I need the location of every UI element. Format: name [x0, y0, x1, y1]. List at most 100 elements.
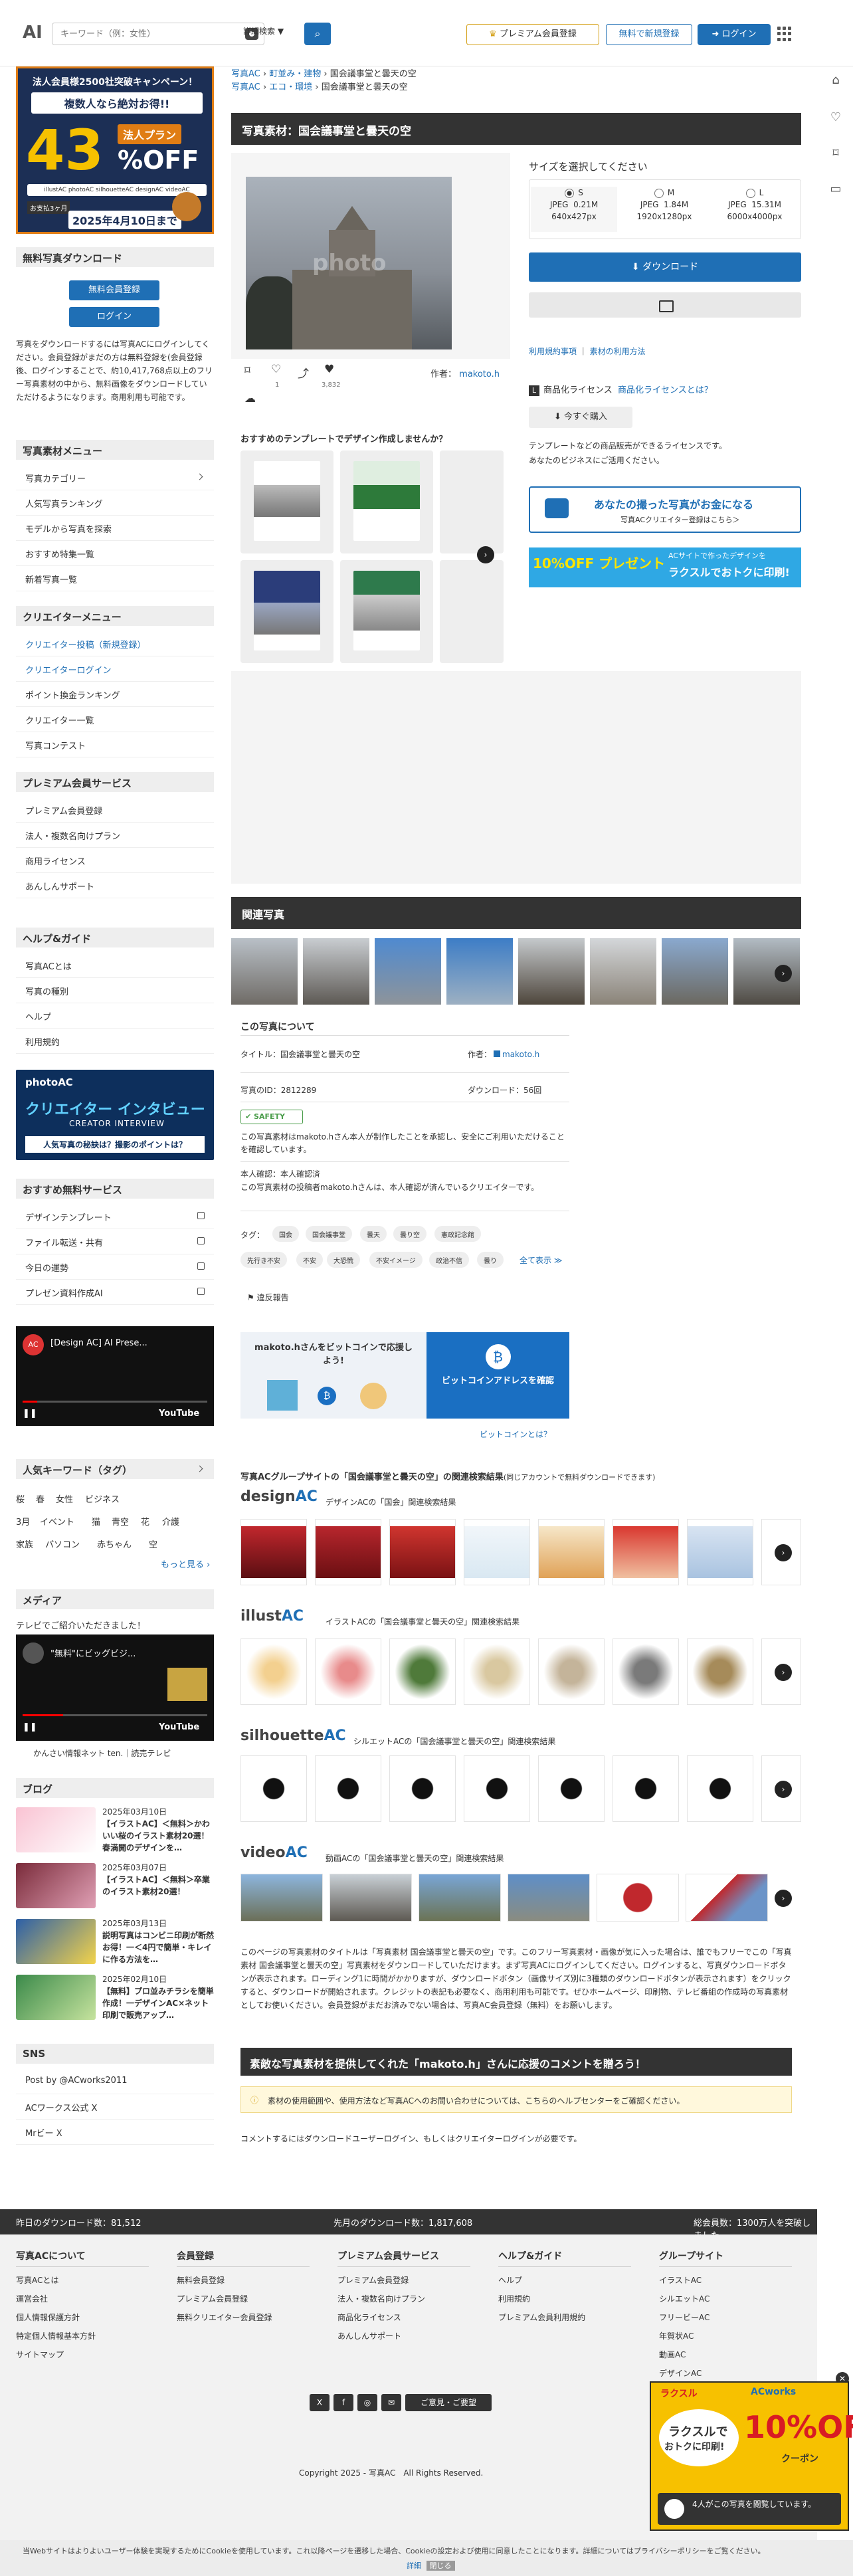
creator-interview-banner[interactable]: photoAC クリエイター インタビュー CREATOR INTERVIEW …	[16, 1070, 214, 1160]
heart-icon[interactable]: ♡	[829, 110, 842, 124]
illust-result[interactable]	[538, 1638, 605, 1705]
tag-pill[interactable]: 曇り空	[393, 1226, 427, 1242]
design-result[interactable]	[464, 1519, 530, 1585]
template-card[interactable]	[440, 560, 504, 663]
apps-grid-icon[interactable]	[777, 27, 792, 41]
footer-link[interactable]: 特定個人情報基本方針	[16, 2330, 96, 2341]
youtube-video-2[interactable]: "無料"にビッグビジ... ❚❚ YouTube	[16, 1635, 214, 1741]
tag-link[interactable]: 春	[36, 1492, 45, 1505]
share-icon[interactable]: ⤴	[298, 364, 309, 381]
related-photo[interactable]	[231, 938, 298, 1005]
related-photo[interactable]	[303, 938, 369, 1005]
instagram-icon[interactable]: ◎	[357, 2394, 377, 2411]
related-photo[interactable]	[518, 938, 585, 1005]
sns-link-x-post[interactable]: Post by @ACworks2011	[16, 2069, 214, 2094]
sidebar-item-design-template[interactable]: デザインテンプレート	[16, 1204, 214, 1229]
sidebar-item-creator-register[interactable]: クリエイター投稿（新規登録）	[16, 631, 214, 656]
favorite-icon[interactable]: ♥	[324, 363, 334, 376]
tag-link[interactable]: 空	[149, 1537, 157, 1550]
sidebar-item-features[interactable]: おすすめ特集一覧	[16, 541, 214, 566]
footer-link[interactable]: 動画AC	[659, 2349, 686, 2360]
x-social-icon[interactable]: X	[310, 2394, 330, 2411]
tag-link[interactable]: 桜	[16, 1492, 25, 1505]
tag-link[interactable]: 猫	[92, 1515, 100, 1528]
template-card[interactable]	[240, 560, 333, 663]
raksul-ac-banner[interactable]: ACサイトで作ったデザインを 10%OFF プレゼント ラクスルでおトクに印刷!	[529, 547, 801, 587]
tag-link[interactable]: 3月	[16, 1515, 30, 1528]
sns-link-x-official[interactable]: ACワークス公式 X	[16, 2094, 214, 2120]
site-logo[interactable]: AI	[23, 23, 43, 43]
size-option-m[interactable]: M JPEG 1.84M 1920x1280px	[621, 187, 708, 223]
sidebar-item-license[interactable]: 商用ライセンス	[16, 848, 214, 873]
blog-item[interactable]: 2025年03月13日 説明写真はコンビニ印刷が断然お得！一＜4円で簡単・キレイ…	[16, 1916, 214, 1969]
sidebar-item-support[interactable]: あんしんサポート	[16, 873, 214, 898]
tag-pill[interactable]: 曇り	[477, 1252, 504, 1268]
campaign-banner[interactable]: 法人会員様2500社突破キャンペーン！ 複数人なら絶対お得!! 43 法人プラン…	[16, 66, 214, 234]
silhouette-result[interactable]	[240, 1755, 307, 1822]
design-ac-logo[interactable]: designAC	[240, 1488, 318, 1505]
tag-pill[interactable]: 不安イメージ	[369, 1252, 423, 1268]
template-card[interactable]	[340, 560, 433, 663]
template-card[interactable]	[240, 450, 333, 553]
sidebar-item-creator-list[interactable]: クリエイター一覧	[16, 707, 214, 732]
sidebar-item-creator-login[interactable]: クリエイターログイン	[16, 656, 214, 682]
footer-link[interactable]: 法人・複数名向けプラン	[337, 2293, 425, 2304]
sidebar-item-point-ranking[interactable]: ポイント換金ランキング	[16, 682, 214, 707]
facebook-icon[interactable]: f	[333, 2394, 353, 2411]
next-arrow-icon[interactable]: ›	[775, 1781, 792, 1798]
main-photo[interactable]: photo	[246, 177, 452, 349]
illust-result[interactable]	[315, 1638, 381, 1705]
buy-now-button[interactable]: ⬇ 今すぐ購入	[529, 407, 632, 428]
tags-heading[interactable]: 人気キーワード（タグ）	[16, 1459, 214, 1479]
related-photo[interactable]	[590, 938, 656, 1005]
blog-item[interactable]: 2025年03月07日 【イラストAC】＜無料＞卒業のイラスト素材20選！	[16, 1860, 214, 1914]
folder-icon[interactable]: ▭	[829, 182, 842, 196]
youtube-logo[interactable]: YouTube	[159, 1409, 199, 1419]
tag-link[interactable]: 家族	[16, 1537, 33, 1550]
author-link[interactable]: makoto.h	[459, 369, 500, 379]
illust-result[interactable]	[389, 1638, 456, 1705]
tag-pill[interactable]: 曇天	[360, 1226, 387, 1242]
silhouette-result[interactable]	[538, 1755, 605, 1822]
video-play-icon[interactable]: ❚❚	[23, 1409, 37, 1419]
footer-link[interactable]: ヘルプ	[498, 2274, 522, 2286]
video-play-icon[interactable]: ❚❚	[23, 1722, 37, 1732]
video-ac-logo[interactable]: videoAC	[240, 1844, 308, 1861]
blog-item[interactable]: 2025年02月10日 【無料】プロ並みチラシを簡単作成！一デザインAC×ネット…	[16, 1972, 214, 2025]
silhouette-result[interactable]	[687, 1755, 753, 1822]
video-result[interactable]	[240, 1874, 323, 1922]
tag-link[interactable]: パソコン	[45, 1537, 80, 1550]
design-result[interactable]	[389, 1519, 456, 1585]
silhouette-result[interactable]	[613, 1755, 679, 1822]
bookmark-icon[interactable]: ⌑	[244, 364, 250, 377]
blog-item[interactable]: 2025年03月10日 【イラストAC】＜無料＞かわいい桜のイラスト素材20選！…	[16, 1805, 214, 1858]
bookmark-icon[interactable]: ⌑	[829, 146, 842, 160]
related-photo[interactable]	[375, 938, 441, 1005]
silhouette-result[interactable]	[464, 1755, 530, 1822]
footer-link[interactable]: 写真ACとは	[16, 2274, 58, 2286]
search-button[interactable]: ⌕	[304, 23, 331, 45]
tag-pill[interactable]: 先行き不安	[240, 1252, 287, 1268]
footer-link[interactable]: フリービーAC	[659, 2312, 710, 2323]
bitcoin-address-button[interactable]: ₿ ビットコインアドレスを確認	[427, 1332, 569, 1419]
youtube-video-1[interactable]: AC [Design AC] AI Prese... ❚❚ YouTube	[16, 1326, 214, 1426]
tag-pill[interactable]: 国会	[272, 1226, 299, 1242]
tag-pill[interactable]: 不安	[296, 1252, 323, 1268]
illust-result[interactable]	[240, 1638, 307, 1705]
next-arrow-icon[interactable]: ›	[775, 1664, 792, 1681]
sidebar-item-premium-register[interactable]: プレミアム会員登録	[16, 797, 214, 823]
what-is-bitcoin-link[interactable]: ビットコインとは？	[480, 1429, 551, 1440]
design-result[interactable]	[240, 1519, 307, 1585]
download-button[interactable]: ⬇ ダウンロード	[529, 252, 801, 282]
usage-link[interactable]: 素材の利用方法	[590, 347, 646, 356]
video-result[interactable]	[686, 1874, 768, 1922]
size-option-l[interactable]: L JPEG 15.31M 6000x4000px	[711, 187, 798, 223]
footer-link[interactable]: イラストAC	[659, 2274, 702, 2286]
sidebar-item-terms[interactable]: 利用規約	[16, 1029, 214, 1054]
footer-link[interactable]: 年賀状AC	[659, 2330, 694, 2341]
template-card[interactable]	[440, 450, 504, 553]
premium-register-button[interactable]: ♛ プレミアム会員登録	[466, 24, 599, 45]
tags-more-link[interactable]: もっと見る ›	[161, 1557, 210, 1570]
footer-link[interactable]: 運営会社	[16, 2293, 48, 2304]
sidebar-item-model-search[interactable]: モデルから写真を探索	[16, 516, 214, 541]
